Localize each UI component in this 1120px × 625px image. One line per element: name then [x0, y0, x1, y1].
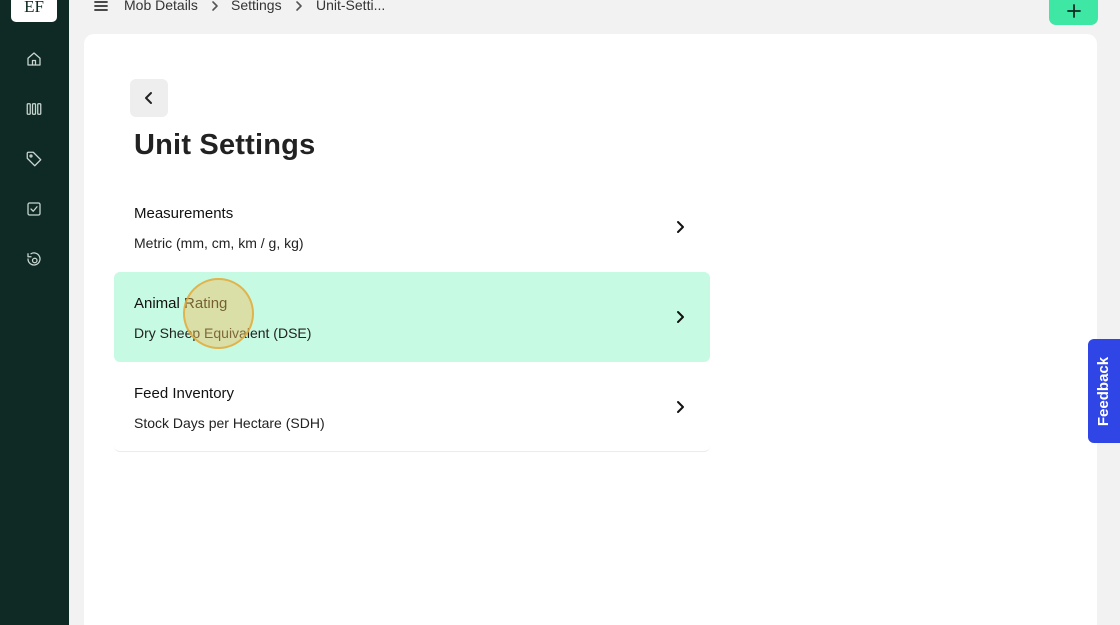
app-logo[interactable]: EF: [11, 0, 57, 22]
setting-title: Animal Rating: [134, 295, 228, 312]
setting-title: Feed Inventory: [134, 385, 235, 402]
setting-title: Measurements: [134, 205, 234, 222]
chevron-right-icon: [210, 0, 220, 11]
setting-row-measurements[interactable]: Measurements Metric (mm, cm, km / g, kg): [114, 182, 710, 272]
chevron-right-icon: [673, 310, 687, 324]
add-button[interactable]: [1049, 0, 1098, 25]
setting-row-feed-inventory[interactable]: Feed Inventory Stock Days per Hectare (S…: [114, 362, 710, 452]
chevron-right-icon: [673, 400, 687, 414]
feedback-tab[interactable]: Feedback: [1088, 339, 1120, 443]
breadcrumb-unit-settings: Unit-Setti...: [316, 0, 386, 13]
setting-row-animal-rating[interactable]: Animal Rating Dry Sheep Equivalent (DSE): [114, 272, 710, 362]
setting-value: Dry Sheep Equivalent (DSE): [134, 325, 312, 341]
chevron-right-icon: [294, 0, 304, 11]
breadcrumb-settings[interactable]: Settings: [231, 0, 282, 13]
tag-icon[interactable]: [22, 147, 46, 171]
plus-icon: [1066, 3, 1081, 18]
breadcrumb-mob-details[interactable]: Mob Details: [124, 0, 198, 13]
main-card: Unit Settings Measurements Metric (mm, c…: [84, 34, 1097, 625]
recent-icon[interactable]: [22, 247, 46, 271]
page-title: Unit Settings: [134, 129, 316, 161]
chevron-left-icon: [145, 92, 152, 104]
feedback-label: Feedback: [1095, 356, 1113, 426]
chevron-right-icon: [673, 220, 687, 234]
tasks-icon[interactable]: [22, 197, 46, 221]
setting-value: Metric (mm, cm, km / g, kg): [134, 235, 304, 251]
app-logo-text: EF: [24, 0, 44, 16]
sidebar: EF: [0, 0, 69, 625]
top-bar: Mob Details Settings Unit-Setti...: [69, 0, 1120, 22]
back-button[interactable]: [130, 79, 168, 117]
setting-value: Stock Days per Hectare (SDH): [134, 415, 325, 431]
hamburger-menu-icon[interactable]: [93, 0, 109, 14]
paddocks-icon[interactable]: [22, 97, 46, 121]
home-icon[interactable]: [22, 47, 46, 71]
